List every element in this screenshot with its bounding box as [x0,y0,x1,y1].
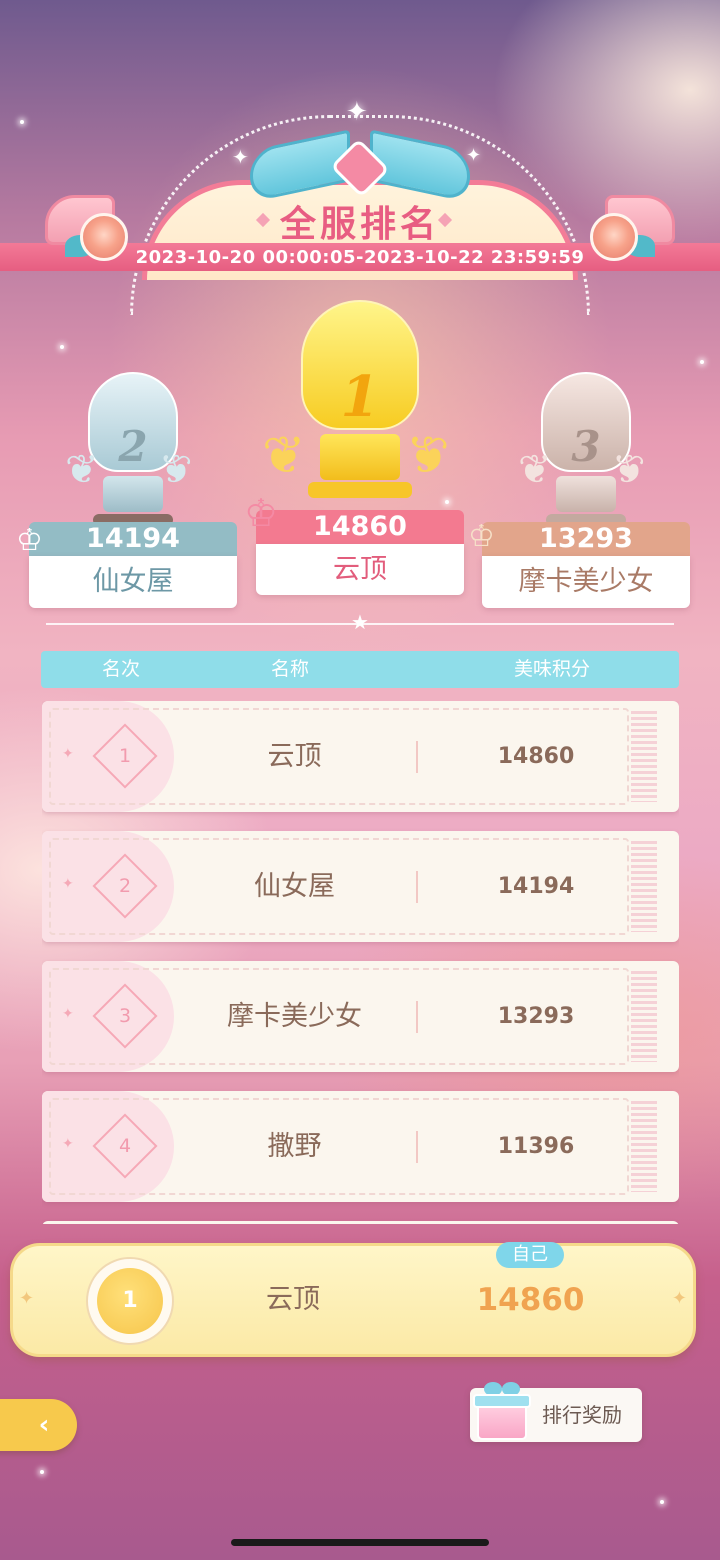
gift-icon [473,1382,531,1444]
row-name: 摩卡美少女 [227,1001,362,1032]
row-name: 仙女屋 [254,871,335,902]
row-rank: 3 [118,1005,132,1027]
sparkle [700,360,704,364]
row-score: 14194 [497,874,575,899]
row-rank: 2 [118,875,132,897]
back-button[interactable]: ‹ [0,1399,77,1451]
corner-star-icon: ✦ [19,1288,35,1309]
laurel-right-icon: ❦ [159,447,193,493]
column-score: 美味积分 [514,658,591,680]
self-name: 云顶 [266,1284,320,1315]
first-score: 14860 [256,510,464,544]
sparkle [40,1470,44,1474]
podium-second[interactable]: 2 ❦ ❦ 14194 仙女屋 [29,360,237,613]
row-name: 撒野 [267,1131,322,1162]
table-row-partial[interactable] [42,1221,679,1224]
row-star-icon: ✦ [62,876,74,892]
row-score: 14860 [497,744,575,769]
blue-bow-icon [250,129,470,203]
podium-first[interactable]: 1 ❦ ❦ 14860 云顶 [256,300,464,595]
home-indicator[interactable] [231,1539,489,1546]
divider-star-icon: ★ [351,610,369,634]
sparkle-star-icon: ✦ [346,97,368,127]
ticket-stub [631,841,657,932]
second-name: 仙女屋 [29,556,237,608]
sparkle [60,345,64,349]
laurel-left-icon: ❦ [518,447,552,493]
crown-icon: ♔ [16,523,43,558]
event-date-range: 2023-10-20 00:00:05-2023-10-22 23:59:59 [135,247,585,268]
table-row[interactable]: ✦ 4 撒野 11396 [42,1091,679,1202]
sparkle [660,1500,664,1504]
row-name: 云顶 [267,741,322,772]
ticket-stub [631,711,657,802]
laurel-right-icon: ❦ [406,426,450,486]
corner-star-icon: ✦ [671,1288,687,1309]
self-rank-medal: 1 [86,1257,174,1345]
self-badge: 自己 [496,1242,564,1268]
ticket-stub [631,1101,657,1192]
row-star-icon: ✦ [62,1136,74,1152]
row-star-icon: ✦ [62,1006,74,1022]
ranking-table-header: 名次 名称 美味积分 [41,651,679,688]
laurel-left-icon: ❦ [65,447,99,493]
sparkle-star-icon: ✦ [232,145,249,169]
second-score: 14194 [29,522,237,556]
ticket-stub [631,971,657,1062]
ranking-reward-button[interactable]: 排行奖励 [470,1382,642,1442]
table-row[interactable]: ✦ 2 仙女屋 14194 [42,831,679,942]
first-name: 云顶 [256,544,464,595]
row-rank: 1 [118,745,132,767]
row-rank: 4 [118,1135,132,1157]
third-name: 摩卡美少女 [482,556,690,608]
ranking-reward-label: 排行奖励 [542,1403,622,1427]
table-row[interactable]: ✦ 3 摩卡美少女 13293 [42,961,679,1072]
page-title: 全服排名 [279,204,440,245]
back-arrow-icon: ‹ [38,1410,50,1440]
crown-icon: ♔ [468,519,495,554]
self-rank-bar[interactable]: ✦ ✦ 1 云顶 14860 [10,1243,696,1357]
third-score: 13293 [482,522,690,556]
row-score: 11396 [497,1134,575,1159]
column-rank: 名次 [102,658,141,680]
sparkle-star-icon: ✦ [466,145,482,166]
laurel-right-icon: ❦ [612,447,646,493]
row-star-icon: ✦ [62,746,74,762]
column-name: 名称 [271,658,310,680]
table-row[interactable]: ✦ 1 云顶 14860 [42,701,679,812]
crown-icon: ♔ [244,491,279,535]
laurel-left-icon: ❦ [262,426,306,486]
ranking-banner: ✦ ✦ ✦ 全服排名 2023-10-20 00:00:05-2023-10-2… [0,95,720,315]
self-rank: 1 [97,1268,163,1334]
ranking-list[interactable]: ✦ 1 云顶 14860 ✦ 2 仙女屋 14194 ✦ 3 摩卡美少女 132… [42,701,679,1224]
row-score: 13293 [497,1004,575,1029]
podium-third[interactable]: 3 ❦ ❦ 13293 摩卡美少女 [482,360,690,613]
